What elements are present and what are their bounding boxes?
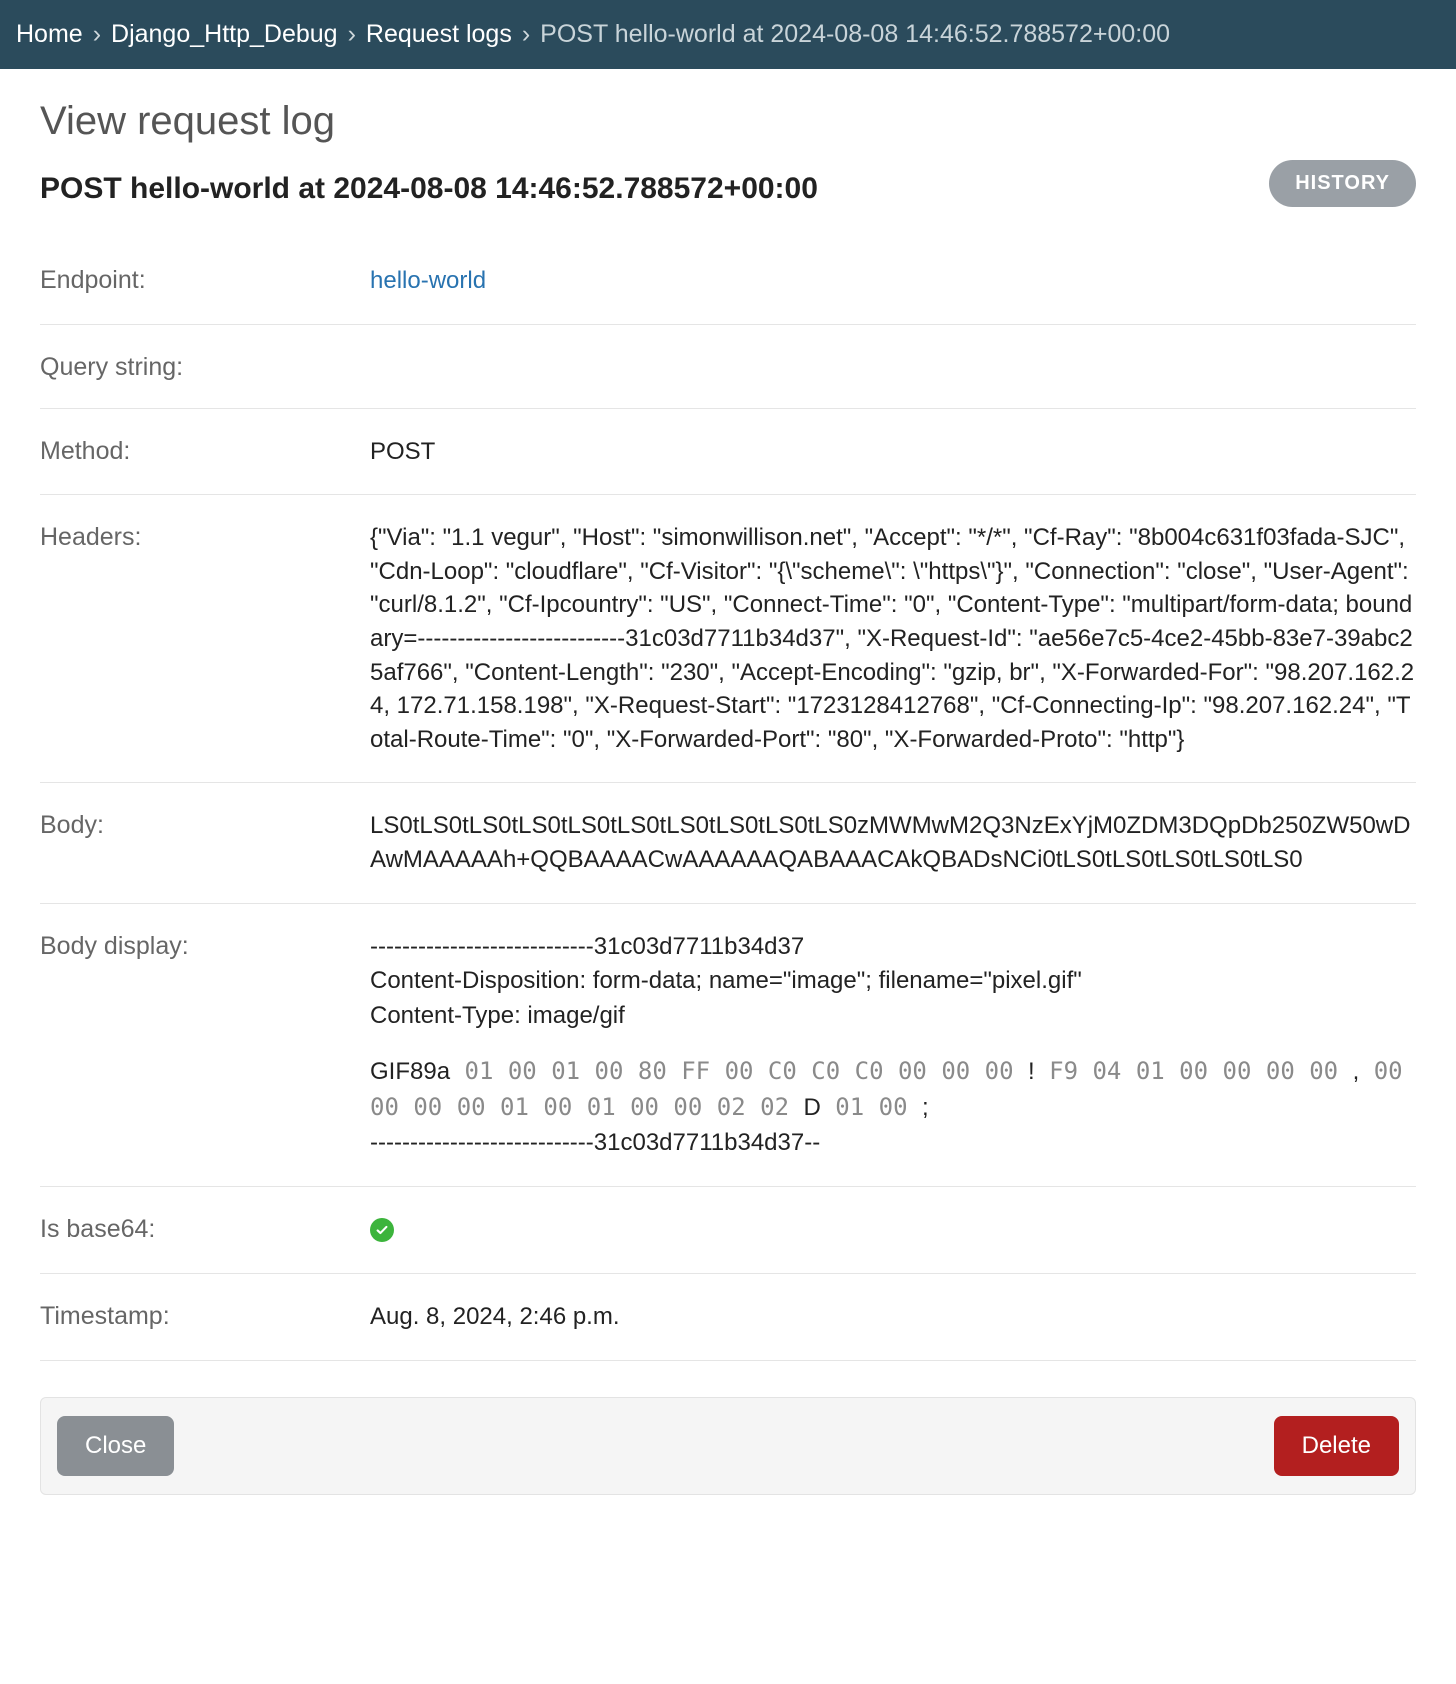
breadcrumb-sep: › [522, 20, 530, 49]
field-method: Method: POST [40, 409, 1416, 496]
footer-bar: Close Delete [40, 1397, 1416, 1495]
field-body: Body: LS0tLS0tLS0tLS0tLS0tLS0tLS0tLS0tLS… [40, 783, 1416, 903]
field-body-display: Body display: --------------------------… [40, 904, 1416, 1188]
field-label: Endpoint: [40, 264, 350, 295]
breadcrumb-sep: › [93, 20, 101, 49]
breadcrumb: Home › Django_Http_Debug › Request logs … [0, 0, 1456, 69]
field-headers: Headers: {"Via": "1.1 vegur", "Host": "s… [40, 495, 1416, 783]
field-label: Body: [40, 809, 350, 840]
page-title: View request log [40, 99, 1416, 144]
breadcrumb-home[interactable]: Home [16, 20, 83, 49]
body-display-value: ----------------------------31c03d7711b3… [370, 930, 1416, 1161]
close-button[interactable]: Close [57, 1416, 174, 1476]
field-timestamp: Timestamp: Aug. 8, 2024, 2:46 p.m. [40, 1274, 1416, 1361]
field-is-base64: Is base64: [40, 1187, 1416, 1274]
body-display-hexdump: GIF89a 01 00 01 00 80 FF 00 C0 C0 C0 00 … [370, 1054, 1416, 1126]
breadcrumb-sep: › [348, 20, 356, 49]
field-label: Is base64: [40, 1213, 350, 1244]
field-value: Aug. 8, 2024, 2:46 p.m. [370, 1300, 1416, 1334]
field-endpoint: Endpoint: hello-world [40, 238, 1416, 325]
delete-button[interactable]: Delete [1274, 1416, 1399, 1476]
field-label: Timestamp: [40, 1300, 350, 1331]
endpoint-link[interactable]: hello-world [370, 267, 486, 294]
field-label: Body display: [40, 930, 350, 961]
field-label: Method: [40, 435, 350, 466]
breadcrumb-app[interactable]: Django_Http_Debug [111, 20, 338, 49]
object-title: POST hello-world at 2024-08-08 14:46:52.… [40, 172, 1269, 206]
field-label: Query string: [40, 351, 350, 382]
field-value: LS0tLS0tLS0tLS0tLS0tLS0tLS0tLS0tLS0tLS0z… [370, 809, 1416, 876]
history-button[interactable]: HISTORY [1269, 160, 1416, 207]
breadcrumb-current: POST hello-world at 2024-08-08 14:46:52.… [540, 20, 1170, 49]
body-display-posttext: ----------------------------31c03d7711b3… [370, 1126, 1416, 1161]
field-value: POST [370, 435, 1416, 469]
check-icon [370, 1218, 394, 1242]
field-label: Headers: [40, 521, 350, 552]
field-query-string: Query string: [40, 325, 1416, 409]
field-value: {"Via": "1.1 vegur", "Host": "simonwilli… [370, 521, 1416, 756]
body-display-pretext: ----------------------------31c03d7711b3… [370, 930, 1416, 1034]
breadcrumb-model[interactable]: Request logs [366, 20, 512, 49]
